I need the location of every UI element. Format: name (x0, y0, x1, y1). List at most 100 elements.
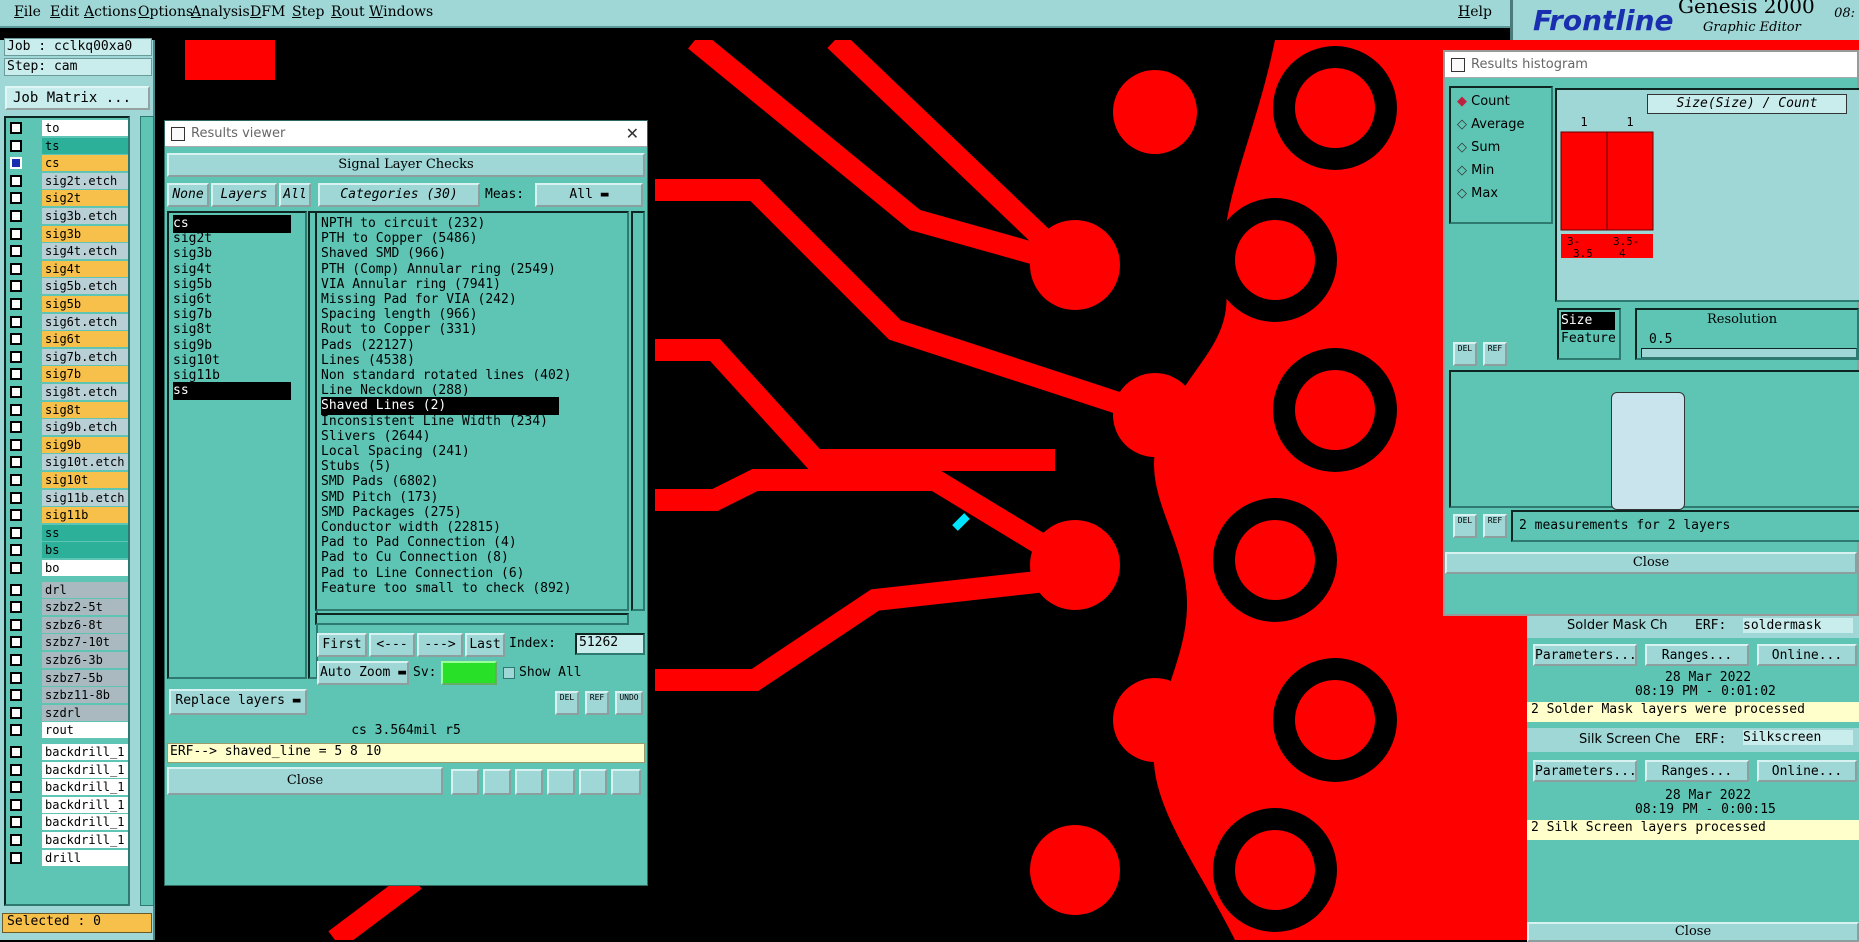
menu-windows[interactable]: Windows (369, 4, 433, 20)
layer-name[interactable]: szbz11-8b (42, 687, 128, 704)
layer-checkbox[interactable] (10, 562, 22, 574)
results-viewer-titlebar[interactable]: Results viewer ✕ (165, 121, 647, 147)
layer-row[interactable]: to (8, 120, 130, 136)
index-input[interactable]: 51262 (575, 633, 645, 655)
layer-checkbox[interactable] (10, 122, 22, 134)
layer-checkbox[interactable] (10, 262, 22, 275)
last-button[interactable]: Last (465, 633, 505, 657)
layer-row[interactable]: szbz2-5t (8, 599, 130, 616)
menu-rout[interactable]: Rout (331, 4, 365, 20)
layer-row[interactable]: sig6t (8, 331, 130, 348)
layer-name[interactable]: sig11b (42, 507, 128, 524)
layer-checkbox[interactable] (10, 491, 22, 504)
layer-checkbox[interactable] (10, 403, 22, 416)
layer-row[interactable]: sig2t (8, 190, 130, 207)
all-button[interactable]: All (279, 183, 311, 207)
layer-name[interactable]: sig8t.etch (42, 384, 128, 400)
layer-row[interactable]: szbz6-8t (8, 616, 130, 633)
layer-checkbox[interactable] (10, 280, 22, 293)
layer-row[interactable]: backdrill_1 (8, 814, 130, 831)
layer-row[interactable]: szbz7-10t (8, 634, 130, 651)
histogram-icon[interactable] (611, 769, 641, 795)
layer-checkbox[interactable] (10, 834, 22, 846)
layer-row[interactable]: sig10t.etch (8, 454, 130, 471)
layer-row[interactable]: ts (8, 137, 130, 154)
tool-icon-3[interactable] (515, 769, 543, 795)
panel-close-button[interactable]: Close (1527, 922, 1859, 942)
layer-row[interactable]: rout (8, 722, 130, 739)
erf-value[interactable]: soldermask (1743, 618, 1853, 633)
category-item[interactable]: Feature too small to check (892) (321, 580, 571, 598)
layer-name[interactable]: rout (42, 722, 128, 739)
layer-checkbox[interactable] (10, 509, 22, 522)
menu-step[interactable]: Step (292, 4, 324, 20)
layer-checkbox[interactable] (10, 746, 22, 758)
layer-row[interactable]: backdrill_1 (8, 796, 130, 813)
layer-row[interactable]: sig6t.etch (8, 313, 130, 330)
layer-checkbox[interactable] (10, 227, 22, 240)
tool-icon-2[interactable] (483, 769, 511, 795)
layer-name[interactable]: sig2t.etch (42, 172, 128, 189)
layer-name[interactable]: sig9b.etch (42, 419, 128, 436)
layer-name[interactable]: backdrill_1 (42, 761, 128, 778)
layer-name[interactable]: sig5b.etch (42, 278, 128, 295)
layer-checkbox[interactable] (10, 689, 22, 702)
hist-ref-button[interactable]: REF (1483, 342, 1507, 366)
layer-name[interactable]: sig10t (42, 472, 128, 488)
params2-button[interactable]: Parameters... (1533, 760, 1637, 782)
layer-name[interactable]: backdrill_1 (42, 779, 128, 796)
layer-name[interactable]: cs (42, 155, 128, 172)
preview-del-button[interactable]: DEL (1453, 514, 1477, 538)
layer-checkbox[interactable] (10, 210, 22, 222)
layer-name[interactable]: sig7b (42, 366, 128, 383)
layer-name[interactable]: sig4t.etch (42, 243, 128, 260)
aggregate-option[interactable]: ◇ Average (1457, 117, 1525, 132)
layer-name[interactable]: drl (42, 581, 128, 598)
layer-name[interactable]: backdrill_1 (42, 814, 128, 831)
layer-name[interactable]: sig4t (42, 260, 128, 277)
layer-row[interactable]: bs (8, 542, 130, 559)
layer-row[interactable]: cs (8, 155, 130, 172)
layer-row[interactable]: sig2t.etch (8, 172, 130, 189)
tool-icon-4[interactable] (547, 769, 575, 795)
layer-checkbox[interactable] (10, 544, 22, 557)
layer-checkbox[interactable] (10, 174, 22, 187)
ranges-button[interactable]: Ranges... (1645, 644, 1749, 666)
layer-checkbox[interactable] (10, 438, 22, 451)
categories-button[interactable]: Categories (30) (318, 183, 480, 207)
aggregate-option[interactable]: ◆ Count (1457, 94, 1510, 109)
resolution-slider[interactable] (1641, 348, 1857, 358)
layer-name[interactable]: bo (42, 560, 128, 576)
menu-options[interactable]: Options (138, 4, 193, 20)
ranges2-button[interactable]: Ranges... (1645, 760, 1749, 782)
layer-checkbox[interactable] (10, 456, 22, 469)
layer-row[interactable]: szbz6-3b (8, 652, 130, 668)
layer-checkbox[interactable] (10, 157, 22, 170)
layer-row[interactable]: sig4t (8, 260, 130, 277)
layer-checkbox[interactable] (10, 526, 22, 539)
layer-row[interactable]: sig3b (8, 225, 130, 242)
layer-row[interactable]: drl (8, 581, 130, 598)
job-matrix-button[interactable]: Job Matrix ... (5, 86, 150, 110)
field-size[interactable]: Size (1561, 312, 1615, 330)
layer-row[interactable]: sig5b (8, 296, 130, 312)
categories-hscrollbar[interactable] (315, 613, 629, 625)
layer-row[interactable]: sig10t (8, 472, 130, 488)
layer-name[interactable]: sig11b.etch (42, 489, 128, 506)
layer-checkbox[interactable] (10, 798, 22, 811)
layer-name[interactable]: sig3b (42, 225, 128, 242)
layer-name[interactable]: backdrill_1 (42, 832, 128, 848)
layer-name[interactable]: szbz7-10t (42, 634, 128, 651)
checklist-header[interactable]: Signal Layer Checks (167, 153, 645, 177)
auto-zoom-select[interactable]: Auto Zoom ▬ (317, 661, 409, 685)
categories-scrollbar[interactable] (631, 211, 645, 611)
layer-checkbox[interactable] (10, 245, 22, 258)
layers-listbox[interactable]: cs sig2t sig3b sig4t sig5b sig6t sig7b sig8t sig… (167, 211, 307, 679)
hist-del-button[interactable]: DEL (1453, 342, 1477, 366)
first-button[interactable]: First (317, 633, 367, 657)
menu-file[interactable]: File (14, 4, 41, 20)
layer-name[interactable]: bs (42, 542, 128, 559)
layer-name[interactable]: backdrill_1 (42, 796, 128, 813)
layer-row[interactable]: sig4t.etch (8, 243, 130, 260)
layer-name[interactable]: sig6t (42, 331, 128, 348)
